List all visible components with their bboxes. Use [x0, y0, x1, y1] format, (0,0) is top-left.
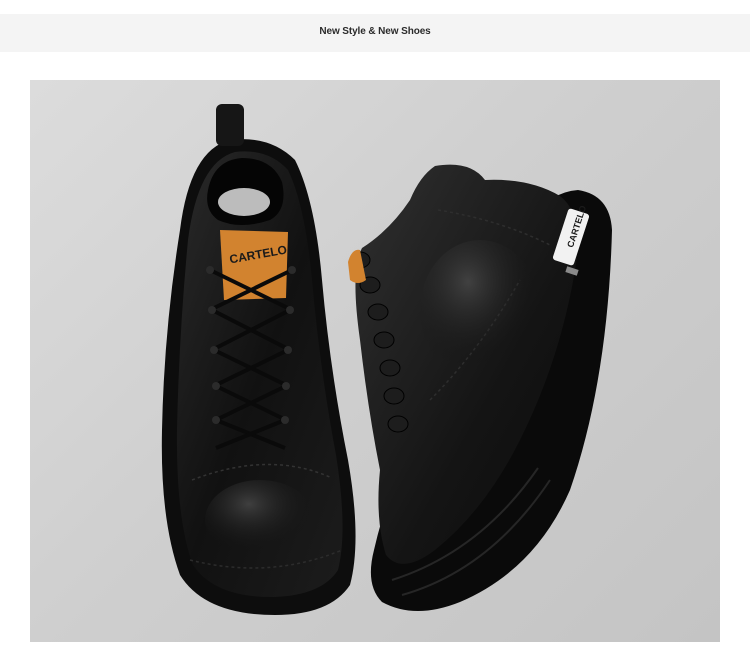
header-bar: New Style & New Shoes	[0, 14, 750, 52]
shoes-illustration: CARTELO CARTELO	[161, 104, 612, 615]
left-shoe: CARTELO	[161, 104, 356, 615]
right-shoe: CARTELO	[348, 164, 612, 611]
page-title: New Style & New Shoes	[319, 26, 431, 37]
product-photo: CARTELO CARTELO	[30, 80, 720, 642]
product-page: New Style & New Shoes CARTELO CARTELO	[0, 0, 750, 654]
